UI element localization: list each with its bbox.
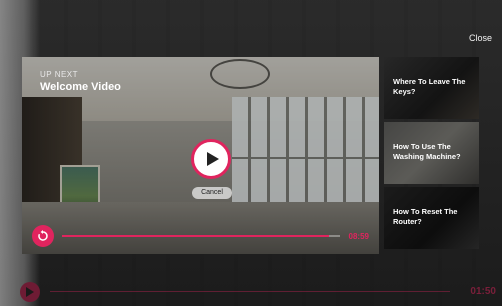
playlist-item[interactable]: How To Reset The Router? [384,187,479,249]
playlist-item-title: Where To Leave The Keys? [393,77,466,96]
replay-button[interactable] [32,225,54,247]
up-next-label: UP NEXT [40,70,79,79]
playlist-item[interactable]: Where To Leave The Keys? [384,57,479,119]
play-icon [206,152,219,166]
up-next-preview: UP NEXT Welcome Video Cancel 08:59 [22,57,379,254]
play-icon [26,287,34,297]
countdown-time: 08:59 [348,232,369,241]
playlist-item[interactable]: How To Use The Washing Machine? [384,122,479,184]
playlist: Where To Leave The Keys? How To Use The … [384,57,479,254]
replay-icon [38,230,48,241]
countdown-progress-fill [62,235,329,237]
playlist-item-title: How To Reset The Router? [393,207,458,226]
player-controls: 01:50 [0,276,502,306]
close-button[interactable]: Close [469,33,492,43]
play-button[interactable] [191,139,231,179]
cancel-button[interactable]: Cancel [192,187,232,199]
up-next-title: Welcome Video [40,81,121,93]
countdown-progress-bar [62,235,340,237]
player-play-button[interactable] [20,282,40,302]
player-seek-bar[interactable] [50,291,450,292]
player-time: 01:50 [470,286,496,297]
playlist-item-title: How To Use The Washing Machine? [393,142,461,161]
